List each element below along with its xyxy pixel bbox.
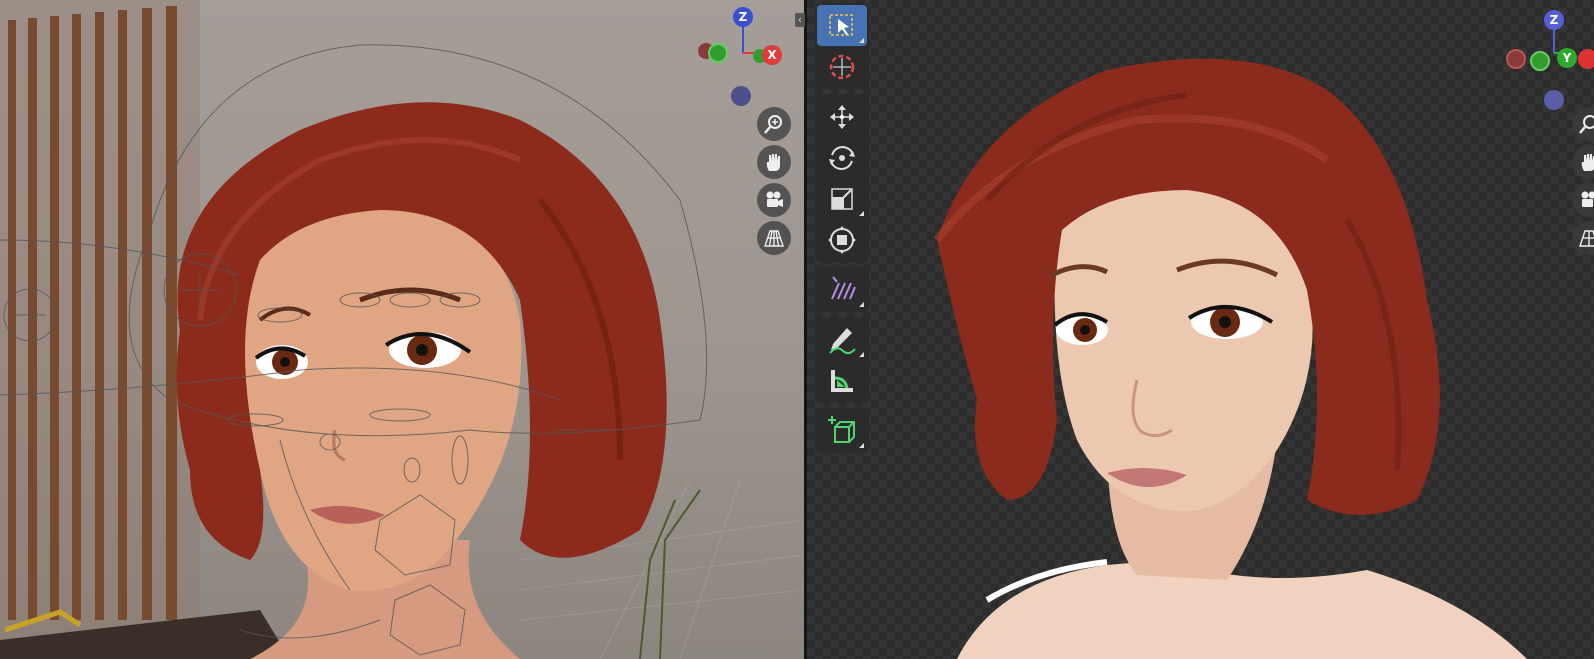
viewport-right[interactable] <box>807 0 1594 659</box>
perspective-toggle-button[interactable] <box>757 221 791 255</box>
gizmo-z-neg-axis[interactable] <box>1544 90 1564 110</box>
gizmo-x-axis[interactable]: X <box>762 45 782 65</box>
annotate-tool[interactable] <box>817 269 867 310</box>
camera-view-icon <box>1581 191 1594 207</box>
camera-view-icon <box>766 191 783 207</box>
move-arrows-icon <box>830 104 854 129</box>
scale-tool[interactable] <box>817 178 867 219</box>
select-box-tool[interactable] <box>817 5 867 46</box>
tool-options-corner <box>859 352 864 357</box>
measure-ruler-icon <box>831 369 853 392</box>
gizmo-z-axis[interactable]: Z <box>1544 10 1564 30</box>
add-cube-tool[interactable] <box>817 410 867 451</box>
rotate-tool[interactable] <box>817 137 867 178</box>
axis-gizmo-left[interactable]: Z X <box>698 5 788 106</box>
zoom-button[interactable] <box>757 107 791 141</box>
tool-options-corner <box>859 443 864 448</box>
toolbar-group-transform <box>815 94 869 262</box>
pan-button[interactable] <box>757 145 791 179</box>
perspective-grid-icon <box>764 230 784 247</box>
tool-options-corner <box>859 38 864 43</box>
toolbar-collapse-arrow[interactable]: ‹ <box>795 13 805 27</box>
axis-gizmo-right[interactable]: Z Y <box>1504 5 1594 110</box>
final-render-scene <box>933 58 1527 659</box>
rig-render-scene <box>0 0 804 659</box>
scale-icon <box>831 187 853 210</box>
pan-hand-icon <box>766 154 780 171</box>
gizmo-z-neg-axis[interactable] <box>731 86 751 106</box>
gizmo-x-neg-axis[interactable] <box>1506 49 1526 69</box>
select-box-icon <box>829 13 853 36</box>
zoom-icon <box>764 115 782 134</box>
cursor-tool[interactable] <box>817 46 867 87</box>
draw-pen-icon <box>829 327 856 354</box>
measure-tool[interactable] <box>817 360 867 401</box>
perspective-grid-icon <box>1579 230 1594 247</box>
move-tool[interactable] <box>817 96 867 137</box>
tool-shelf <box>815 3 869 458</box>
add-cube-icon <box>828 415 855 443</box>
pan-hand-icon <box>1581 154 1594 171</box>
toolbar-group-annotate <box>815 267 869 312</box>
zoom-icon <box>1579 115 1594 134</box>
camera-view-button[interactable] <box>757 183 791 217</box>
transform-icon <box>828 225 856 254</box>
gizmo-x-axis[interactable] <box>1578 49 1594 69</box>
gizmo-y-neg-axis[interactable] <box>1530 51 1550 71</box>
toolbar-group-select <box>815 3 869 89</box>
gizmo-y-axis[interactable]: Y <box>1557 48 1577 68</box>
gizmo-y-axis[interactable] <box>708 43 728 63</box>
blender-app: Z X ‹ Z Y <box>0 0 1594 659</box>
tool-options-corner <box>859 211 864 216</box>
cursor-3d-icon <box>829 54 855 79</box>
toolbar-group-add <box>815 408 869 453</box>
gizmo-z-axis[interactable]: Z <box>733 7 753 27</box>
rotate-icon <box>829 145 855 170</box>
draw-tool[interactable] <box>817 319 867 360</box>
annotate-icon <box>831 275 856 299</box>
viewport-left[interactable] <box>0 0 804 659</box>
tool-options-corner <box>859 302 864 307</box>
transform-tool[interactable] <box>817 219 867 260</box>
toolbar-group-draw <box>815 317 869 403</box>
